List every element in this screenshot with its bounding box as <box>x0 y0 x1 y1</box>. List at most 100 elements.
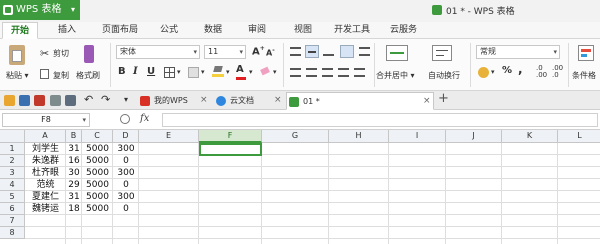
align-top-icon[interactable] <box>290 47 301 56</box>
column-header-e[interactable]: E <box>139 130 199 143</box>
tab-cloud-services[interactable]: 云服务 <box>382 22 425 39</box>
cell-b5[interactable]: 31 <box>66 191 82 203</box>
fill-color-icon[interactable] <box>212 66 224 77</box>
tab-document-01[interactable]: 01 * × <box>286 92 434 110</box>
currency-icon[interactable] <box>478 67 489 78</box>
align-bottom-icon[interactable] <box>323 47 334 56</box>
border-dropdown[interactable]: ▾ <box>177 68 181 76</box>
cell-a1[interactable]: 刘学生 <box>25 143 66 155</box>
print-icon[interactable] <box>50 95 61 106</box>
cell-c5[interactable]: 5000 <box>82 191 113 203</box>
row-header-5[interactable]: 5 <box>0 191 25 203</box>
zoom-icon[interactable] <box>120 114 130 124</box>
grow-font-button[interactable]: A+ <box>252 45 265 57</box>
cell-d1[interactable]: 300 <box>113 143 139 155</box>
comma-button[interactable]: , <box>518 62 523 76</box>
cell-c6[interactable]: 5000 <box>82 203 113 215</box>
cell-b3[interactable]: 30 <box>66 167 82 179</box>
format-painter-icon[interactable] <box>84 45 94 63</box>
cell-a6[interactable]: 魏铐运 <box>25 203 66 215</box>
conditional-format-icon[interactable] <box>578 45 594 61</box>
cell-a2[interactable]: 朱逸群 <box>25 155 66 167</box>
row-header-6[interactable]: 6 <box>0 203 25 215</box>
bold-button[interactable]: B <box>118 66 126 77</box>
tab-my-wps[interactable]: 我的WPS × <box>138 92 208 110</box>
tab-page-layout[interactable]: 页面布局 <box>94 22 146 39</box>
customize-toolbar-icon[interactable]: ▾ <box>124 95 128 104</box>
column-header-f[interactable]: F <box>199 130 262 143</box>
cell-a3[interactable]: 杜齐眼 <box>25 167 66 179</box>
print-preview-icon[interactable] <box>65 95 76 106</box>
column-header-l[interactable]: L <box>558 130 600 143</box>
row-header-2[interactable]: 2 <box>0 155 25 167</box>
copy-icon[interactable] <box>40 69 49 79</box>
font-size-select[interactable]: 11 ▾ <box>204 45 246 59</box>
cell-a4[interactable]: 范统 <box>25 179 66 191</box>
save-icon[interactable] <box>19 95 30 106</box>
row-header-3[interactable]: 3 <box>0 167 25 179</box>
cell-d3[interactable]: 300 <box>113 167 139 179</box>
fx-icon[interactable]: fx <box>140 113 149 124</box>
row-header-8[interactable]: 8 <box>0 227 25 239</box>
wrap-text-icon[interactable] <box>432 45 452 61</box>
format-painter-button[interactable]: 格式刷 <box>76 70 100 81</box>
new-tab-button[interactable]: + <box>438 91 449 106</box>
paste-button[interactable]: 粘贴 ▾ <box>6 70 29 81</box>
undo-icon[interactable]: ↶ <box>84 93 93 106</box>
cell-c3[interactable]: 5000 <box>82 167 113 179</box>
decrease-decimal-button[interactable]: .00.0 <box>552 65 563 79</box>
column-header-g[interactable]: G <box>262 130 329 143</box>
app-menu-button[interactable]: WPS 表格 ▾ <box>0 0 80 20</box>
align-middle-icon[interactable] <box>305 45 319 58</box>
justify-icon[interactable] <box>338 68 349 77</box>
fill-pattern-icon[interactable] <box>188 67 199 78</box>
tab-cloud-docs[interactable]: 云文档 × <box>214 92 282 110</box>
column-header-a[interactable]: A <box>25 130 66 143</box>
number-format-select[interactable]: 常规 ▾ <box>476 45 560 59</box>
font-color-icon[interactable]: A <box>236 64 246 80</box>
cell-b1[interactable]: 31 <box>66 143 82 155</box>
tab-formulas[interactable]: 公式 <box>152 22 186 39</box>
cell-d4[interactable]: 0 <box>113 179 139 191</box>
align-center-icon[interactable] <box>306 68 317 77</box>
cut-button[interactable]: 剪切 <box>53 48 69 59</box>
column-header-i[interactable]: I <box>389 130 446 143</box>
row-header-7[interactable]: 7 <box>0 215 25 227</box>
indent-icon[interactable] <box>359 47 370 56</box>
redo-icon[interactable]: ↷ <box>101 93 110 106</box>
font-name-select[interactable]: 宋体 ▾ <box>116 45 200 59</box>
underline-button[interactable]: U <box>147 66 155 77</box>
tab-insert[interactable]: 插入 <box>50 22 84 39</box>
open-folder-icon[interactable] <box>4 95 15 106</box>
percent-button[interactable]: % <box>502 65 512 76</box>
select-all-corner[interactable] <box>0 130 25 143</box>
close-icon[interactable]: × <box>274 92 282 109</box>
scissors-icon[interactable]: ✂ <box>40 47 49 60</box>
export-pdf-icon[interactable] <box>34 95 45 106</box>
cell-c4[interactable]: 5000 <box>82 179 113 191</box>
tab-view[interactable]: 视图 <box>286 22 320 39</box>
column-header-k[interactable]: K <box>502 130 558 143</box>
cell-d2[interactable]: 0 <box>113 155 139 167</box>
merge-center-button[interactable]: 合并居中 ▾ <box>376 70 415 81</box>
cell-b4[interactable]: 29 <box>66 179 82 191</box>
column-header-c[interactable]: C <box>82 130 113 143</box>
cell-a5[interactable]: 夏建仁 <box>25 191 66 203</box>
tab-review[interactable]: 审阅 <box>240 22 274 39</box>
cell-b2[interactable]: 16 <box>66 155 82 167</box>
align-left-icon[interactable] <box>290 68 301 77</box>
cell-d5[interactable]: 300 <box>113 191 139 203</box>
cell-d6[interactable]: 0 <box>113 203 139 215</box>
paste-icon[interactable] <box>9 45 25 65</box>
column-header-b[interactable]: B <box>66 130 82 143</box>
cell-c1[interactable]: 5000 <box>82 143 113 155</box>
wrap-text-button[interactable]: 自动换行 <box>428 70 460 81</box>
text-direction-icon[interactable] <box>340 45 354 58</box>
tab-home[interactable]: 开始 <box>2 22 39 39</box>
tab-developer[interactable]: 开发工具 <box>326 22 378 39</box>
cell-c2[interactable]: 5000 <box>82 155 113 167</box>
conditional-format-button[interactable]: 条件格 <box>572 70 596 81</box>
active-cell-highlight[interactable] <box>199 143 262 156</box>
column-header-d[interactable]: D <box>113 130 139 143</box>
border-icon[interactable] <box>164 67 175 78</box>
